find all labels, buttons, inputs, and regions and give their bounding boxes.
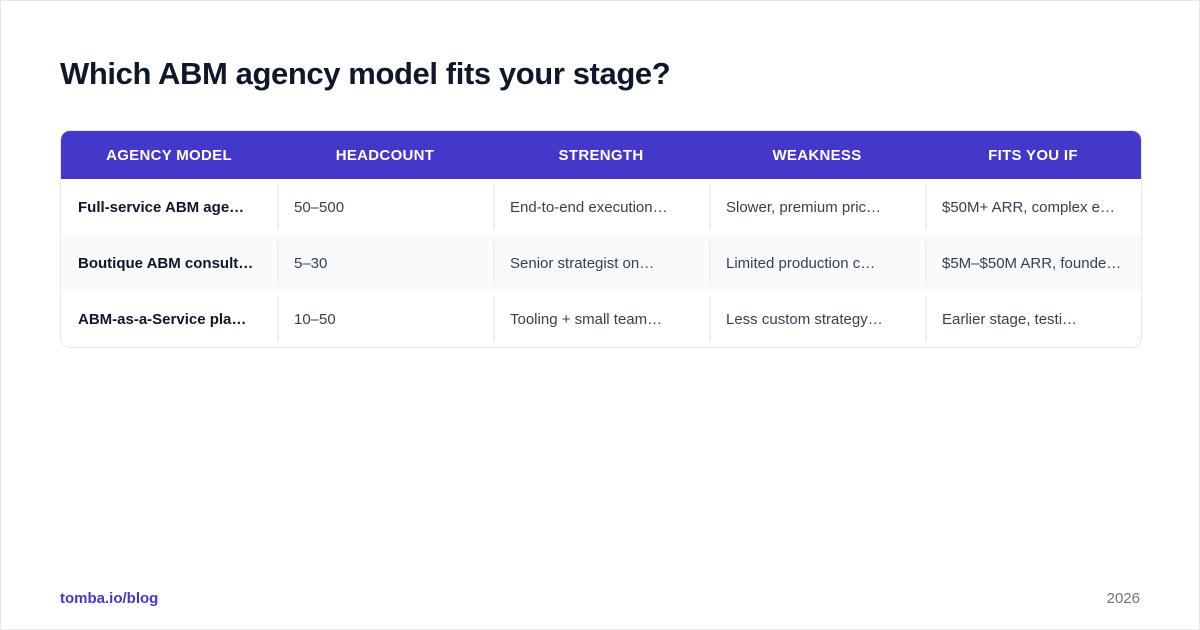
agency-model-table: AGENCY MODEL HEADCOUNT STRENGTH WEAKNESS…: [61, 131, 1141, 347]
cell-weakness: Slower, premium pric…: [709, 179, 925, 235]
cell-agency-model: Boutique ABM consult…: [78, 254, 254, 272]
cell-weakness: Less custom strategy…: [709, 291, 925, 347]
cell-weakness: Limited production c…: [709, 235, 925, 291]
table-row: ABM-as-a-Service pla… 10–50 Tooling + sm…: [61, 291, 1141, 347]
cell-fits-you-if: $5M–$50M ARR, founde…: [925, 235, 1141, 291]
cell-headcount: 50–500: [277, 179, 493, 235]
cell-agency-model: ABM-as-a-Service pla…: [78, 310, 247, 328]
column-header-fits-you-if: FITS YOU IF: [988, 146, 1078, 164]
cell-fits-you-if: $50M+ ARR, complex e…: [925, 179, 1141, 235]
cell-strength: Senior strategist on…: [493, 235, 709, 291]
cell-agency-model: Full-service ABM age…: [78, 198, 245, 216]
column-header-strength: STRENGTH: [558, 146, 644, 164]
comparison-table: AGENCY MODEL HEADCOUNT STRENGTH WEAKNESS…: [60, 130, 1142, 348]
year-label: 2026: [1106, 590, 1140, 607]
table-row: Boutique ABM consult… 5–30 Senior strate…: [61, 235, 1141, 291]
table-header-row: AGENCY MODEL HEADCOUNT STRENGTH WEAKNESS…: [61, 131, 1141, 179]
column-header-agency-model: AGENCY MODEL: [106, 146, 232, 164]
cell-headcount: 5–30: [277, 235, 493, 291]
cell-strength: End-to-end execution…: [493, 179, 709, 235]
source-link[interactable]: tomba.io/blog: [60, 590, 158, 608]
table-row: Full-service ABM age… 50–500 End-to-end …: [61, 179, 1141, 235]
page-title: Which ABM agency model fits your stage?: [60, 56, 671, 91]
column-header-weakness: WEAKNESS: [772, 146, 862, 164]
table-header: AGENCY MODEL HEADCOUNT STRENGTH WEAKNESS…: [61, 131, 1141, 179]
table-body: Full-service ABM age… 50–500 End-to-end …: [61, 179, 1141, 347]
cell-headcount: 10–50: [277, 291, 493, 347]
column-header-headcount: HEADCOUNT: [335, 146, 435, 164]
cell-fits-you-if: Earlier stage, testi…: [925, 291, 1141, 347]
cell-strength: Tooling + small team…: [493, 291, 709, 347]
